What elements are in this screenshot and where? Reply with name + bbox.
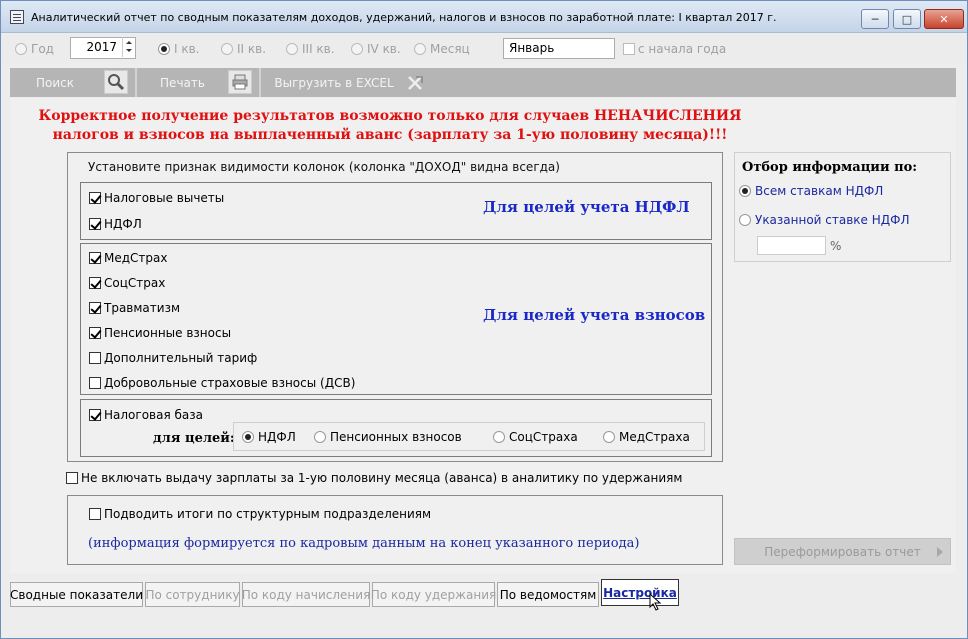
pension-checkbox[interactable]: Пенсионные взносы — [89, 326, 231, 340]
title-bar: Аналитический отчет по сводным показател… — [1, 1, 967, 33]
contributions-subgroup: МедСтрах СоцСтрах Травматизм Пенсионные … — [80, 243, 712, 395]
quarter-2-radio[interactable]: II кв. — [221, 42, 266, 56]
mouse-cursor-icon — [649, 593, 662, 611]
toolbar-separator — [135, 68, 137, 97]
tab-by-statements[interactable]: По ведомостям — [497, 582, 599, 607]
period-bar: Год 2017 I кв. II кв. III кв. IV кв. Мес… — [1, 34, 967, 64]
tab-settings[interactable]: Настройка — [601, 579, 679, 606]
tab-summary[interactable]: Сводные показатели — [10, 582, 143, 607]
specified-rate-radio[interactable]: Указанной ставке НДФЛ — [739, 213, 910, 227]
minimize-button[interactable]: ─ — [861, 9, 889, 29]
year-radio[interactable]: Год — [15, 42, 54, 56]
tab-bar: Сводные показатели По сотруднику По коду… — [10, 579, 956, 607]
purpose-ndfl-radio[interactable]: НДФЛ — [242, 430, 296, 444]
extra-tariff-checkbox[interactable]: Дополнительный тариф — [89, 351, 257, 365]
window-title: Аналитический отчет по сводным показател… — [31, 11, 777, 24]
voluntary-contributions-checkbox[interactable]: Добровольные страховые взносы (ДСВ) — [89, 376, 355, 390]
warning-line-2: налогов и взносов на выплаченный аванс (… — [52, 127, 728, 143]
app-window: Аналитический отчет по сводным показател… — [0, 0, 968, 639]
exclude-advance-checkbox[interactable]: Не включать выдачу зарплаты за 1-ую поло… — [66, 471, 682, 485]
printer-icon[interactable] — [228, 70, 252, 94]
subdivisions-checkbox[interactable]: Подводить итоги по структурным подраздел… — [89, 507, 431, 521]
quarter-4-radio[interactable]: IV кв. — [351, 42, 401, 56]
subdivisions-note: (информация формируется по кадровым данн… — [88, 536, 640, 551]
quarter-1-radio[interactable]: I кв. — [158, 42, 200, 56]
filter-group: Отбор информации по: Всем ставкам НДФЛ У… — [734, 152, 951, 262]
subdivisions-group: Подводить итоги по структурным подраздел… — [67, 495, 723, 565]
warning-line-1: Корректное получение результатов возможн… — [38, 108, 742, 124]
settings-panel: Корректное получение результатов возможн… — [10, 98, 956, 573]
percent-label: % — [830, 239, 842, 253]
reform-report-button[interactable]: Переформировать отчет — [734, 538, 951, 565]
month-radio[interactable]: Месяц — [414, 42, 470, 56]
print-button[interactable]: Печать — [140, 68, 225, 97]
med-checkbox[interactable]: МедСтрах — [89, 251, 167, 265]
ndfl-subgroup: Налоговые вычеты НДФЛ Для целей учета НД… — [80, 182, 712, 240]
export-excel-button[interactable]: Выгрузить в EXCEL — [264, 68, 404, 97]
purpose-radio-group: НДФЛ Пенсионных взносов СоцСтраха МедСтр… — [233, 422, 705, 451]
tab-by-accrual-code[interactable]: По коду начисления — [242, 582, 370, 607]
quarter-3-radio[interactable]: III кв. — [286, 42, 335, 56]
purpose-soc-radio[interactable]: СоцСтраха — [493, 430, 578, 444]
tax-base-subgroup: Налоговая база для целей: НДФЛ Пенсионны… — [80, 399, 712, 457]
tab-by-employee[interactable]: По сотруднику — [145, 582, 240, 607]
app-icon — [10, 10, 24, 24]
toolbar-separator — [259, 68, 261, 97]
purpose-med-radio[interactable]: МедСтраха — [603, 430, 690, 444]
injury-checkbox[interactable]: Травматизм — [89, 301, 180, 315]
tab-by-deduction-code[interactable]: По коду удержания — [371, 582, 496, 607]
filter-title: Отбор информации по: — [742, 160, 918, 175]
column-visibility-group: Установите признак видимости колонок (ко… — [67, 152, 723, 462]
excel-icon[interactable] — [406, 74, 424, 92]
ndfl-checkbox[interactable]: НДФЛ — [89, 217, 142, 231]
search-icon[interactable] — [104, 70, 128, 94]
rate-input[interactable] — [757, 236, 826, 255]
search-button[interactable]: Поиск — [10, 68, 100, 97]
month-select[interactable]: Январь — [503, 38, 615, 59]
close-button[interactable]: ✕ — [924, 9, 964, 29]
action-toolbar: Поиск Печать Выгрузить в EXCEL — [10, 68, 956, 97]
year-stepper[interactable] — [122, 37, 135, 57]
tax-base-checkbox[interactable]: Налоговая база — [89, 408, 203, 422]
all-rates-radio[interactable]: Всем ставкам НДФЛ — [739, 184, 883, 198]
purpose-pension-radio[interactable]: Пенсионных взносов — [314, 430, 462, 444]
maximize-button[interactable]: □ — [893, 9, 921, 29]
contributions-purpose-title: Для целей учета взносов — [483, 306, 706, 324]
from-year-start-checkbox[interactable]: с начала года — [623, 42, 726, 56]
purpose-label: для целей: — [153, 431, 235, 446]
ndfl-purpose-title: Для целей учета НДФЛ — [483, 198, 690, 216]
soc-checkbox[interactable]: СоцСтрах — [89, 276, 165, 290]
tax-deductions-checkbox[interactable]: Налоговые вычеты — [89, 191, 224, 205]
visibility-caption: Установите признак видимости колонок (ко… — [88, 160, 560, 174]
arrow-right-icon — [937, 547, 943, 557]
